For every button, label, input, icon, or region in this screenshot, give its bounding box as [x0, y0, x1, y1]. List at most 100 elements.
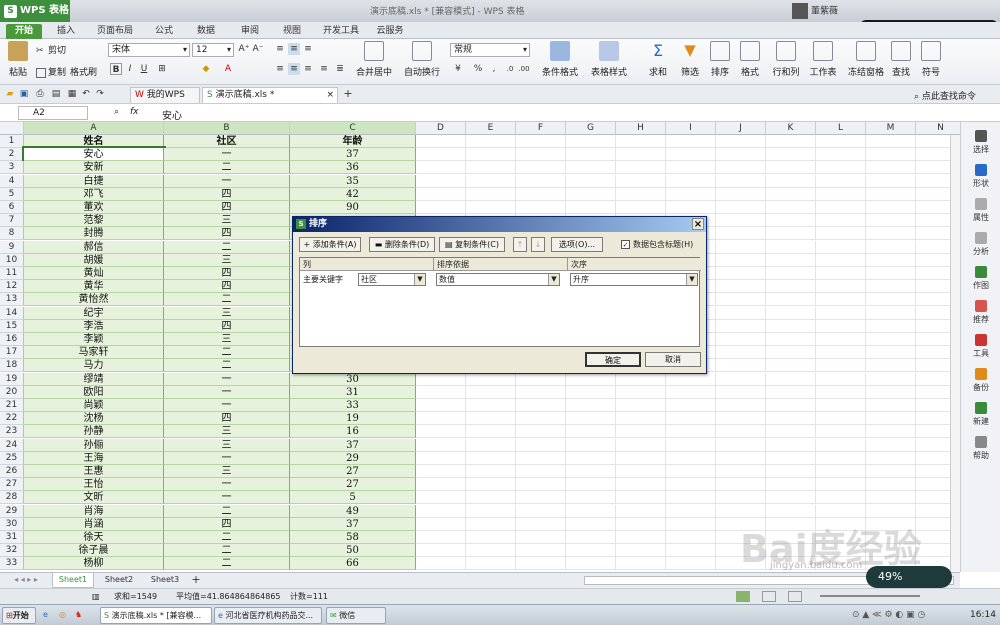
- cell[interactable]: [566, 148, 616, 162]
- tab-view[interactable]: 视图: [274, 24, 310, 39]
- cell[interactable]: [516, 517, 566, 531]
- cell[interactable]: 29: [290, 451, 416, 465]
- cell[interactable]: [716, 385, 766, 399]
- row-header[interactable]: 1: [0, 135, 24, 148]
- cell[interactable]: [416, 399, 466, 412]
- start-button[interactable]: ⊞开始: [2, 607, 36, 624]
- italic-button[interactable]: I: [124, 63, 136, 75]
- cell[interactable]: [716, 135, 766, 148]
- cell[interactable]: [716, 240, 766, 254]
- copy-button[interactable]: 复制: [36, 65, 66, 78]
- copy-condition-button[interactable]: ▤ 复制条件(C): [439, 237, 505, 252]
- row-header[interactable]: 6: [0, 201, 24, 214]
- cell[interactable]: [416, 517, 466, 531]
- cell[interactable]: 27: [290, 465, 416, 478]
- cell[interactable]: [566, 174, 616, 188]
- cell[interactable]: [616, 399, 666, 412]
- cell[interactable]: [866, 504, 916, 518]
- cell[interactable]: [866, 372, 916, 386]
- cell[interactable]: 58: [290, 531, 416, 544]
- cell[interactable]: 33: [290, 399, 416, 412]
- cell[interactable]: [666, 504, 716, 518]
- cell[interactable]: 王惠: [24, 465, 164, 478]
- qq-icon[interactable]: ♞: [72, 607, 86, 624]
- cell[interactable]: [466, 517, 516, 531]
- cell[interactable]: 一: [164, 491, 290, 505]
- cell[interactable]: [466, 478, 516, 492]
- row-header[interactable]: 16: [0, 333, 24, 346]
- row-header[interactable]: 27: [0, 478, 24, 492]
- cell[interactable]: [566, 161, 616, 175]
- row-header[interactable]: 9: [0, 240, 24, 254]
- cell[interactable]: [616, 451, 666, 465]
- cell[interactable]: [716, 174, 766, 188]
- cell[interactable]: [516, 504, 566, 518]
- cell[interactable]: [616, 412, 666, 426]
- cell[interactable]: [716, 293, 766, 307]
- cell[interactable]: [866, 280, 916, 294]
- formula-input[interactable]: 安心: [162, 107, 182, 122]
- cell[interactable]: 42: [290, 187, 416, 201]
- cell[interactable]: [766, 451, 816, 465]
- cell[interactable]: [816, 293, 866, 307]
- panel-button[interactable]: 工具: [961, 334, 1000, 359]
- row-header[interactable]: 5: [0, 187, 24, 201]
- cell[interactable]: [866, 319, 916, 333]
- cell[interactable]: 一: [164, 174, 290, 188]
- worksheet-button[interactable]: 工作表: [808, 41, 838, 78]
- cell[interactable]: [616, 148, 666, 162]
- border-icon[interactable]: ⊞: [156, 63, 168, 75]
- cell[interactable]: [766, 187, 816, 201]
- align-middle-icon[interactable]: ≡: [288, 43, 300, 55]
- justify-icon[interactable]: ≡: [318, 63, 330, 75]
- vertical-scrollbar[interactable]: [950, 135, 960, 572]
- row-header[interactable]: 21: [0, 399, 24, 412]
- cell[interactable]: [766, 412, 816, 426]
- panel-button[interactable]: 分析: [961, 232, 1000, 257]
- zoom-icon[interactable]: ⌕: [114, 107, 119, 117]
- panel-button[interactable]: 新建: [961, 402, 1000, 427]
- cell[interactable]: [516, 161, 566, 175]
- cell[interactable]: [866, 346, 916, 360]
- cell[interactable]: [666, 148, 716, 162]
- cell[interactable]: [866, 385, 916, 399]
- cell[interactable]: [816, 478, 866, 492]
- cell[interactable]: [466, 135, 516, 148]
- font-size-select[interactable]: 12: [192, 43, 234, 57]
- cell[interactable]: [466, 465, 516, 478]
- cell[interactable]: 31: [290, 385, 416, 399]
- cell[interactable]: [766, 161, 816, 175]
- column-header[interactable]: H: [616, 122, 666, 135]
- cell[interactable]: [816, 148, 866, 162]
- cell[interactable]: [816, 187, 866, 201]
- cell[interactable]: [666, 385, 716, 399]
- cell[interactable]: [766, 148, 816, 162]
- cell[interactable]: [866, 412, 916, 426]
- percent-icon[interactable]: %: [472, 63, 484, 75]
- column-header[interactable]: J: [716, 122, 766, 135]
- cell[interactable]: [766, 253, 816, 267]
- cell[interactable]: [766, 385, 816, 399]
- cell[interactable]: [416, 425, 466, 439]
- increase-decimal-icon[interactable]: .0: [504, 63, 516, 75]
- sort-order-select[interactable]: 升序 ▼: [570, 273, 698, 286]
- cell[interactable]: [566, 201, 616, 214]
- column-header[interactable]: I: [666, 122, 716, 135]
- cell[interactable]: [616, 201, 666, 214]
- cell[interactable]: 纪宇: [24, 306, 164, 320]
- cell[interactable]: [666, 438, 716, 452]
- cell[interactable]: [566, 425, 616, 439]
- cell[interactable]: [866, 253, 916, 267]
- row-header[interactable]: 19: [0, 372, 24, 386]
- cell[interactable]: [766, 346, 816, 360]
- cell[interactable]: [566, 557, 616, 571]
- cell[interactable]: 30: [290, 372, 416, 386]
- cell[interactable]: 肖涵: [24, 517, 164, 531]
- cond-format-button[interactable]: 条件格式: [538, 41, 582, 78]
- panel-button[interactable]: 帮助: [961, 436, 1000, 461]
- align-right-icon[interactable]: ≡: [302, 63, 314, 75]
- cell[interactable]: 50: [290, 544, 416, 558]
- cell[interactable]: [866, 359, 916, 373]
- cell[interactable]: [566, 385, 616, 399]
- name-box[interactable]: A2: [18, 106, 88, 120]
